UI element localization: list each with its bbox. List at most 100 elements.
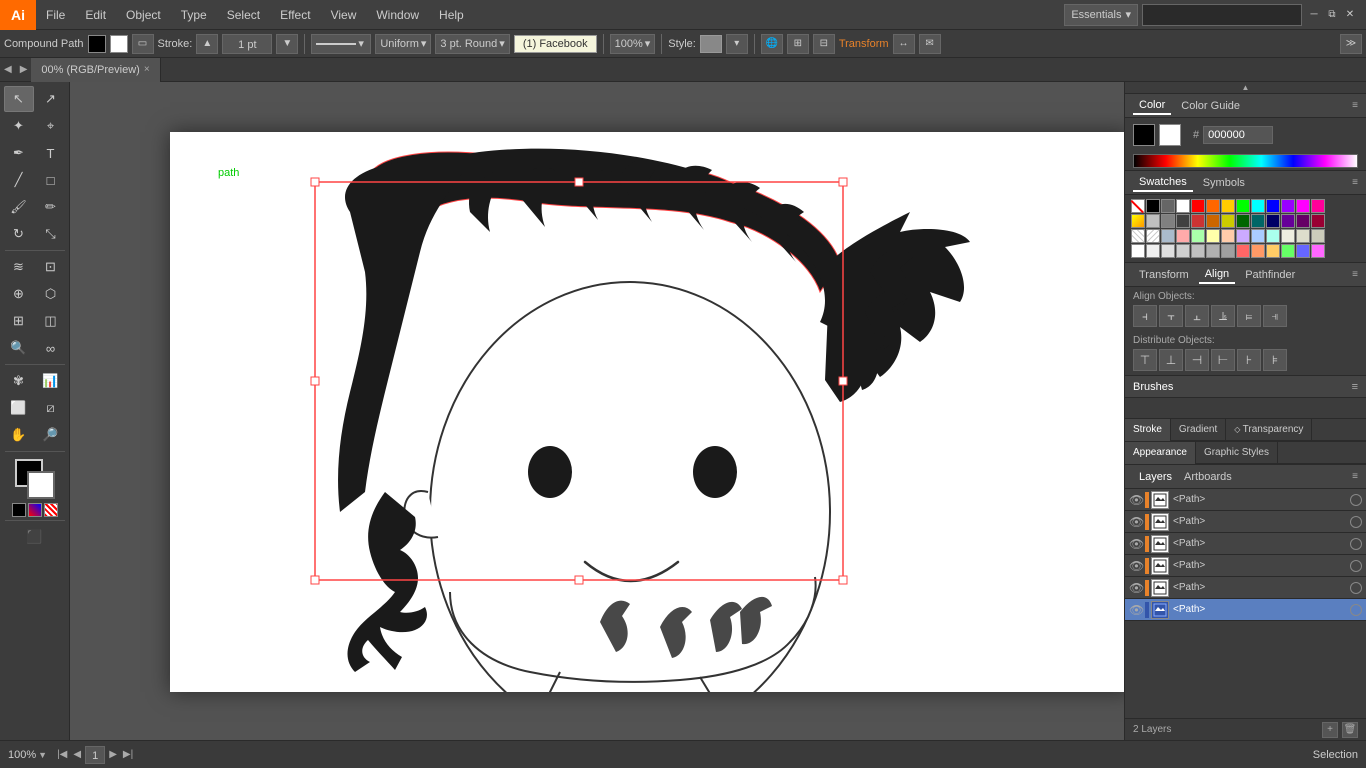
menu-file[interactable]: File: [36, 0, 75, 30]
panel-toggle-btn[interactable]: ≫: [1340, 34, 1362, 54]
swatch-dcyan[interactable]: [1251, 214, 1265, 228]
swatch-dgreen[interactable]: [1236, 214, 1250, 228]
blend-tool[interactable]: ∞: [36, 335, 66, 361]
swatch-khaki[interactable]: [1311, 229, 1325, 243]
dist-left-btn[interactable]: ⊢: [1211, 349, 1235, 371]
layer-visibility-2[interactable]: 👁: [1129, 515, 1143, 529]
swatch-red[interactable]: [1191, 199, 1205, 213]
menu-select[interactable]: Select: [217, 0, 270, 30]
align-left-btn[interactable]: ⫞: [1133, 305, 1157, 327]
dist-center-v-btn[interactable]: ⊦: [1237, 349, 1261, 371]
dist-top-btn[interactable]: ⊤: [1133, 349, 1157, 371]
swatch-dpink[interactable]: [1311, 214, 1325, 228]
stroke-down-arrow[interactable]: ▼: [276, 34, 298, 54]
align-center-h-btn[interactable]: ⫟: [1159, 305, 1183, 327]
layer-row-1[interactable]: 👁 <Path>: [1125, 489, 1366, 511]
perspective-tool[interactable]: ⬡: [36, 281, 66, 307]
background-swatch[interactable]: [27, 471, 55, 499]
envelope-btn[interactable]: ✉: [919, 34, 941, 54]
stroke-up-arrow[interactable]: ▲: [196, 34, 218, 54]
nav-next-btn[interactable]: ▶: [107, 749, 119, 760]
uniform-dropdown[interactable]: Uniform ▾: [375, 34, 431, 54]
swatch-lime[interactable]: [1281, 244, 1295, 258]
layer-row-5[interactable]: 👁 <Path>: [1125, 577, 1366, 599]
swatch-purple[interactable]: [1281, 199, 1295, 213]
mesh-tool[interactable]: ⊞: [4, 308, 34, 334]
layer-target-4[interactable]: [1350, 560, 1362, 572]
hand-tool[interactable]: ✋: [4, 422, 34, 448]
swatch-w6[interactable]: [1206, 244, 1220, 258]
nav-first-btn[interactable]: |◀: [55, 749, 69, 760]
rotate-tool[interactable]: ↻: [4, 221, 34, 247]
selection-tool[interactable]: ↖: [4, 86, 34, 112]
fill-swatch[interactable]: [88, 35, 106, 53]
zoom-down-arrow[interactable]: ▼: [38, 750, 47, 760]
free-transform-tool[interactable]: ⊡: [36, 254, 66, 280]
swatch-w7[interactable]: [1221, 244, 1235, 258]
swatch-peach[interactable]: [1266, 244, 1280, 258]
layer-target-1[interactable]: [1350, 494, 1362, 506]
align-center-v-btn[interactable]: ⫢: [1237, 305, 1261, 327]
swatch-dgray[interactable]: [1161, 214, 1175, 228]
nav-last-btn[interactable]: ▶|: [121, 749, 135, 760]
swatch-lmint[interactable]: [1266, 229, 1280, 243]
layer-visibility-5[interactable]: 👁: [1129, 581, 1143, 595]
swatch-pattern-1[interactable]: [1131, 229, 1145, 243]
column-graph-tool[interactable]: 📊: [36, 368, 66, 394]
document-tab[interactable]: 00% (RGB/Preview) ×: [31, 58, 160, 82]
color-panel-options[interactable]: ≡: [1352, 100, 1358, 111]
swatch-orange[interactable]: [1206, 199, 1220, 213]
swatch-dpurple[interactable]: [1281, 214, 1295, 228]
pen-tool[interactable]: ✒: [4, 140, 34, 166]
layer-row-2[interactable]: 👁 <Path>: [1125, 511, 1366, 533]
restore-button[interactable]: ⧉: [1324, 7, 1340, 23]
transparency-tab[interactable]: Transparency: [1226, 419, 1312, 441]
pathfinder-tab[interactable]: Pathfinder: [1239, 267, 1301, 283]
swatch-lpeach[interactable]: [1221, 229, 1235, 243]
brushes-options[interactable]: ≡: [1352, 381, 1358, 393]
align-tab[interactable]: Align: [1199, 266, 1235, 284]
close-button[interactable]: ✕: [1342, 7, 1358, 23]
line-tool[interactable]: ╱: [4, 167, 34, 193]
swatch-pink[interactable]: [1311, 199, 1325, 213]
swatch-ddgray[interactable]: [1176, 214, 1190, 228]
minimize-button[interactable]: ─: [1306, 7, 1322, 23]
zoom-tool[interactable]: 🔎: [36, 422, 66, 448]
shape-builder-tool[interactable]: ⊕: [4, 281, 34, 307]
swatch-dblue[interactable]: [1266, 214, 1280, 228]
layer-visibility-4[interactable]: 👁: [1129, 559, 1143, 573]
essentials-dropdown[interactable]: Essentials ▾: [1064, 4, 1138, 26]
line-style-dropdown[interactable]: ▾: [311, 34, 371, 54]
swatch-llav[interactable]: [1236, 229, 1250, 243]
dist-bottom-btn[interactable]: ⊣: [1185, 349, 1209, 371]
transform-tab[interactable]: Transform: [1133, 267, 1195, 283]
globe-btn[interactable]: 🌐: [761, 34, 783, 54]
tab-close-btn[interactable]: ×: [144, 58, 150, 82]
swatches-options[interactable]: ≡: [1352, 177, 1358, 188]
swatch-magenta[interactable]: [1296, 199, 1310, 213]
swatch-w2[interactable]: [1146, 244, 1160, 258]
swatch-lyellow[interactable]: [1206, 229, 1220, 243]
color-tab[interactable]: Color: [1133, 97, 1171, 115]
warp-tool[interactable]: ≋: [4, 254, 34, 280]
round-dropdown[interactable]: 3 pt. Round ▾: [435, 34, 509, 54]
paintbrush-tool[interactable]: 🖌: [4, 194, 34, 220]
swatch-lpink[interactable]: [1176, 229, 1190, 243]
color-foreground[interactable]: [1133, 124, 1155, 146]
swatch-pattern-2[interactable]: [1146, 229, 1160, 243]
swatch-white-2[interactable]: [1176, 199, 1190, 213]
dist-right-btn[interactable]: ⊧: [1263, 349, 1287, 371]
layers-options[interactable]: ≡: [1352, 471, 1358, 482]
stroke-tab[interactable]: Stroke: [1125, 419, 1171, 441]
align-top-btn[interactable]: ⫡: [1211, 305, 1235, 327]
zoom-dropdown[interactable]: 100% ▾: [610, 34, 656, 54]
scale-tool[interactable]: ⤡: [36, 221, 66, 247]
rect-tool[interactable]: □: [36, 167, 66, 193]
swatch-w3[interactable]: [1161, 244, 1175, 258]
swatch-beige[interactable]: [1296, 229, 1310, 243]
swatch-blue[interactable]: [1266, 199, 1280, 213]
nav-prev-btn[interactable]: ◀: [71, 749, 83, 760]
magic-wand-tool[interactable]: ✦: [4, 113, 34, 139]
menu-type[interactable]: Type: [171, 0, 217, 30]
gradient-tab[interactable]: Gradient: [1171, 419, 1226, 441]
